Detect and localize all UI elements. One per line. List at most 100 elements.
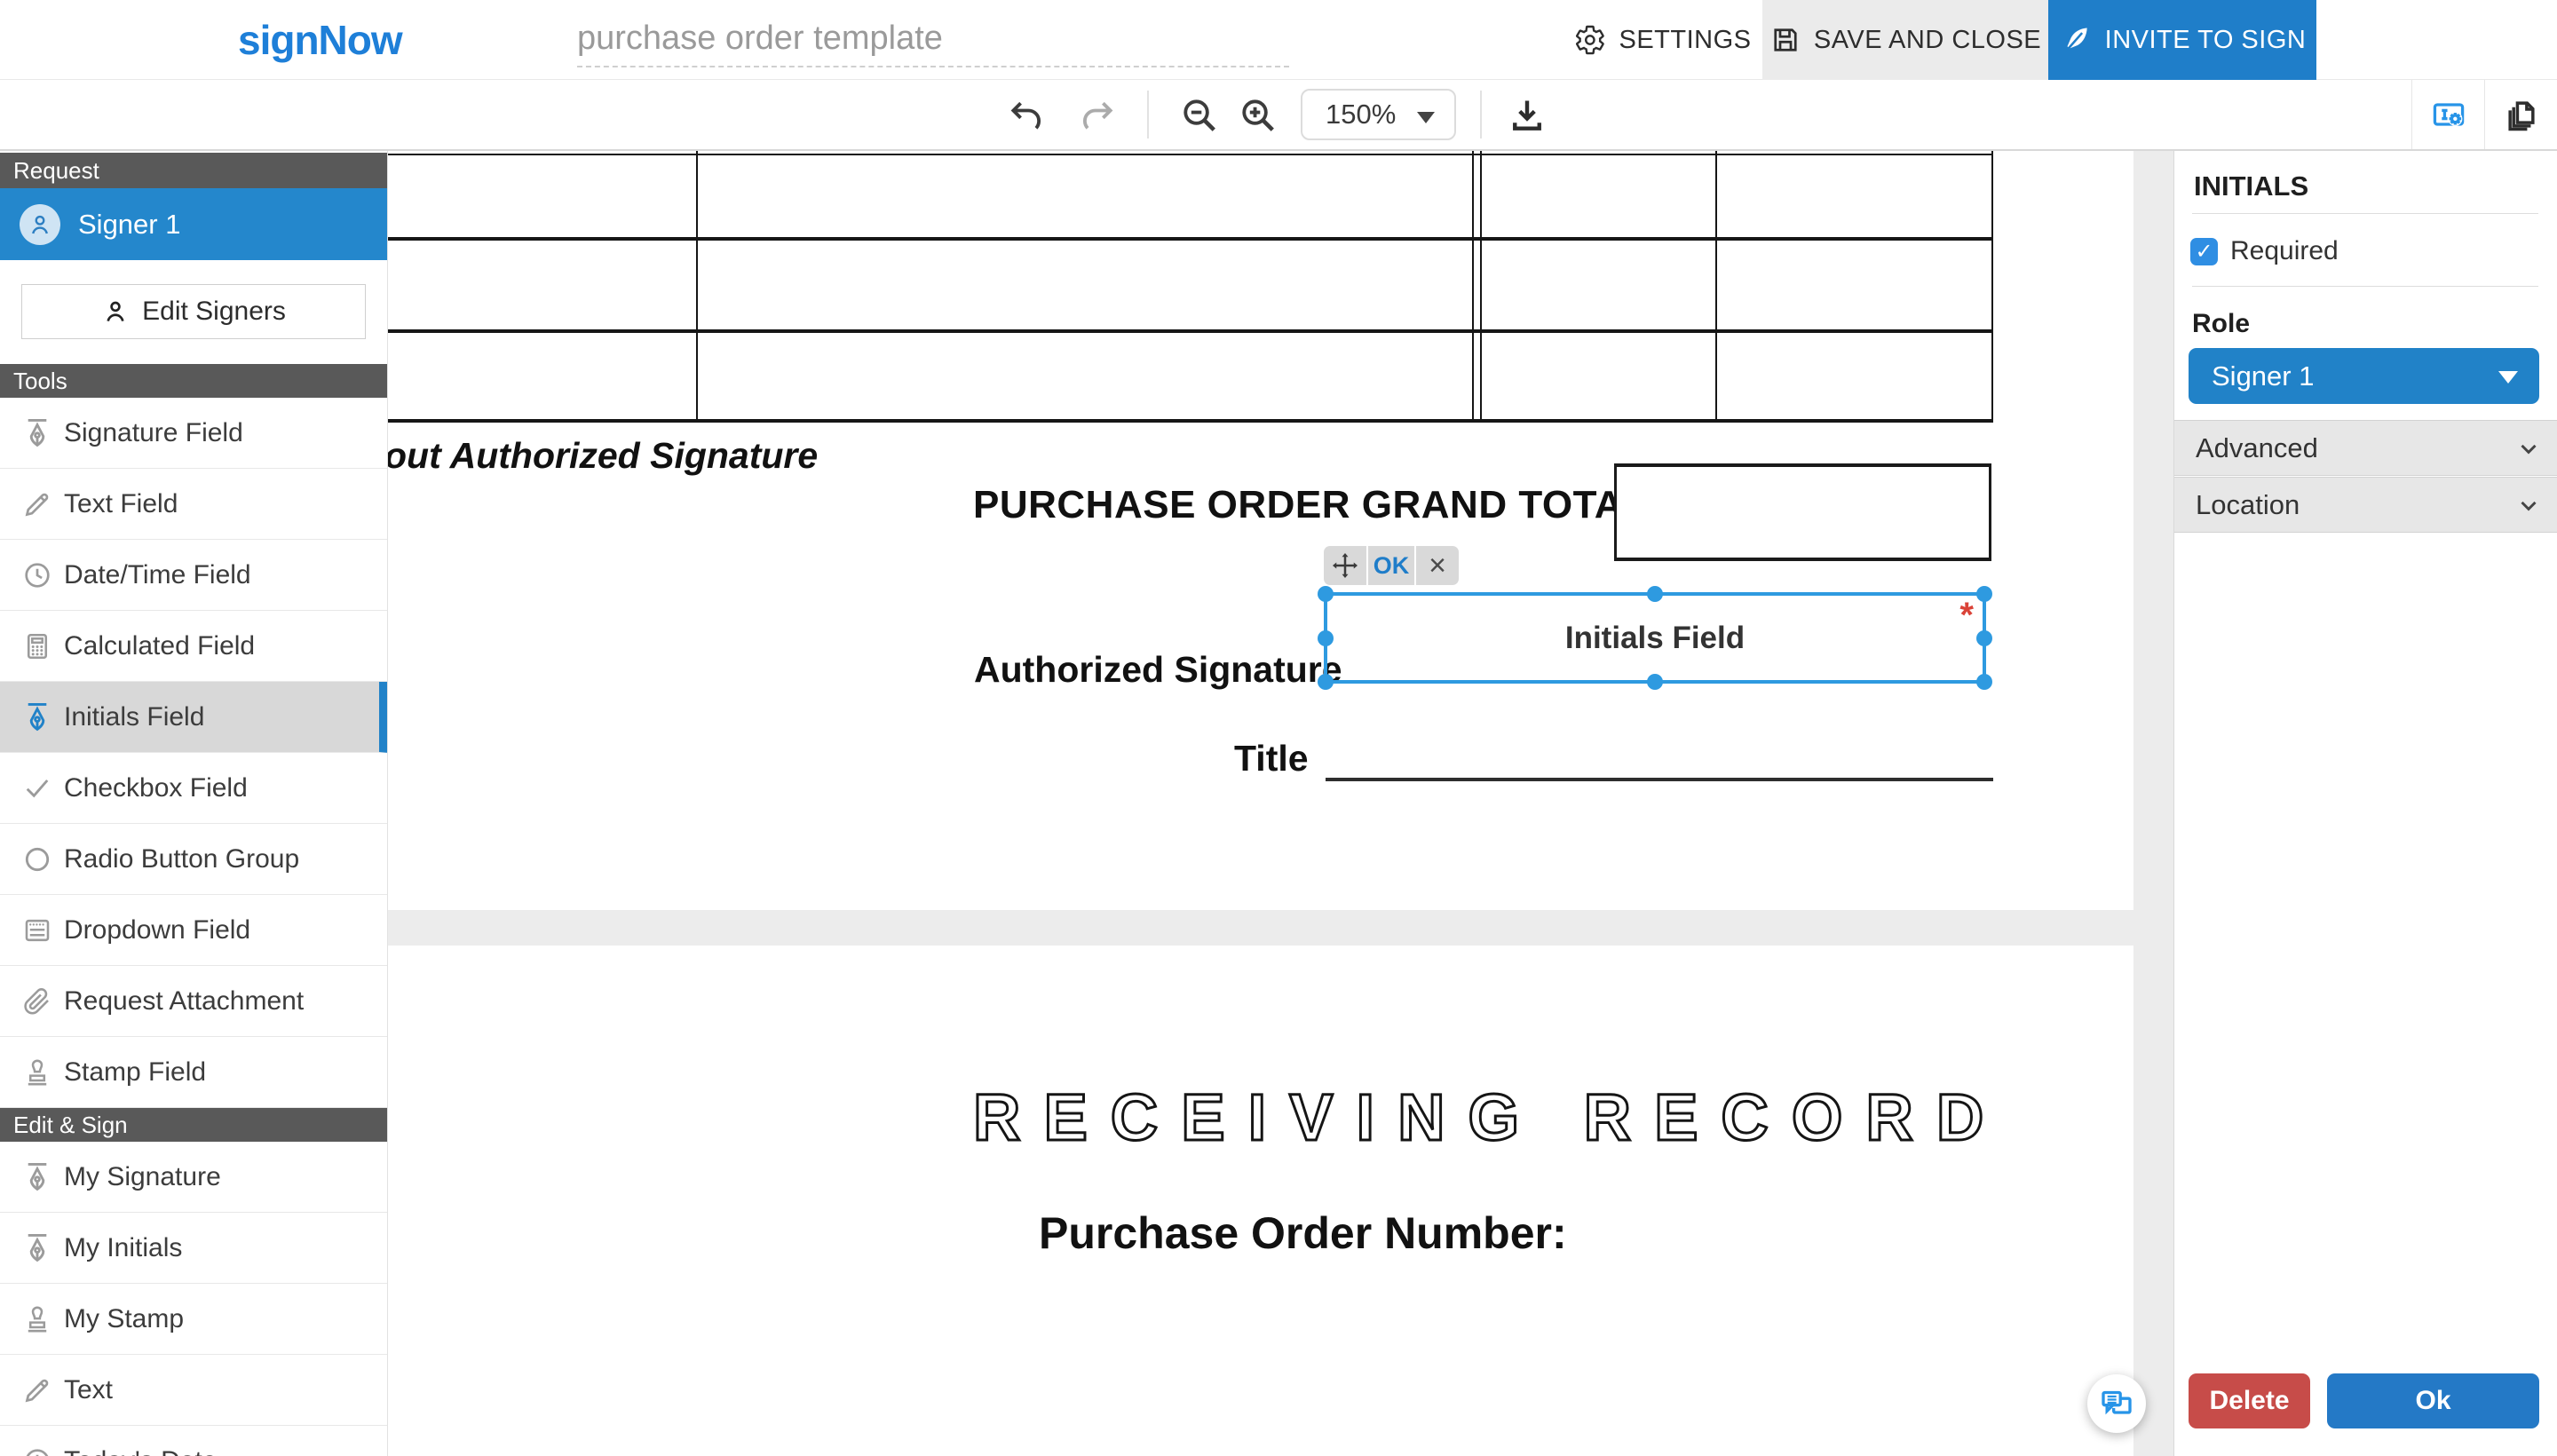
po-number-label: Purchase Order Number: (1039, 1207, 1567, 1259)
signnow-logo: signNow (238, 0, 402, 80)
zoom-in-icon[interactable] (1237, 94, 1279, 137)
avatar-person-icon (20, 204, 60, 245)
tool-label: Request Attachment (64, 986, 304, 1017)
location-label: Location (2196, 489, 2300, 521)
delete-button[interactable]: Delete (2189, 1373, 2310, 1428)
tool-text[interactable]: Text (0, 1355, 388, 1426)
edit-signers-label: Edit Signers (142, 297, 286, 327)
circle-icon (20, 842, 55, 877)
tool-label: Signature Field (64, 418, 243, 448)
clipped-authorized-signature-text: out Authorized Signature (388, 435, 818, 477)
tool-radio-button-group[interactable]: Radio Button Group (0, 824, 388, 895)
tool-text-field[interactable]: Text Field (0, 469, 388, 540)
resize-handle[interactable] (1318, 630, 1334, 646)
fields-sidebar: Request Signer 1 Edit Signers Tools Sign… (0, 151, 388, 1456)
edit-signers-button[interactable]: Edit Signers (21, 284, 366, 339)
tool-checkbox-field[interactable]: Checkbox Field (0, 753, 388, 824)
tool-stamp-field[interactable]: Stamp Field (0, 1037, 388, 1108)
save-and-close-button[interactable]: SAVE AND CLOSE (1762, 0, 2048, 80)
undo-icon[interactable] (1005, 94, 1048, 137)
tool-dropdown-field[interactable]: Dropdown Field (0, 895, 388, 966)
advanced-accordion[interactable]: Advanced (2174, 420, 2557, 476)
grand-total-label: PURCHASE ORDER GRAND TOTAL (973, 483, 1647, 527)
paperclip-icon (20, 984, 55, 1019)
document-title-input[interactable]: purchase order template (577, 11, 1289, 67)
required-asterisk: * (1959, 596, 1974, 636)
document-page-2 (388, 946, 2133, 1456)
stamp-icon (20, 1302, 55, 1337)
document-canvas[interactable]: out Authorized Signature PURCHASE ORDER … (388, 151, 2173, 1456)
pages-button[interactable] (2484, 80, 2557, 149)
tool-label: Radio Button Group (64, 844, 299, 874)
settings-button[interactable]: SETTINGS (1571, 0, 1754, 80)
resize-handle[interactable] (1976, 586, 1992, 602)
divider (2192, 213, 2538, 214)
zoom-level-value: 150% (1326, 99, 1396, 131)
clock-icon (20, 558, 55, 593)
redo-icon[interactable] (1076, 94, 1119, 137)
field-mini-toolbar: OK × (1324, 546, 1459, 585)
resize-handle[interactable] (1976, 630, 1992, 646)
tool-calculated-field[interactable]: Calculated Field (0, 611, 388, 682)
field-close-button[interactable]: × (1416, 546, 1459, 585)
tool-label: Stamp Field (64, 1057, 206, 1088)
tool-datetime-field[interactable]: Date/Time Field (0, 540, 388, 611)
copy-pages-icon (2502, 95, 2541, 134)
tool-label: My Signature (64, 1162, 221, 1192)
required-checkbox[interactable]: ✓ (2190, 238, 2218, 265)
gear-icon (1574, 24, 1606, 56)
field-settings-icon (2429, 95, 2468, 134)
field-properties-panel: INITIALS ✓ Required Role Signer 1 Advanc… (2173, 151, 2557, 1456)
ok-button[interactable]: Ok (2327, 1373, 2539, 1428)
tool-request-attachment[interactable]: Request Attachment (0, 966, 388, 1037)
chevron-down-icon (2515, 492, 2542, 518)
panel-title: INITIALS (2194, 170, 2308, 202)
tool-label: Checkbox Field (64, 773, 248, 803)
signer-1-item[interactable]: Signer 1 (0, 188, 388, 260)
role-label: Role (2192, 309, 2250, 339)
tool-my-initials[interactable]: My Initials (0, 1213, 388, 1284)
resize-handle[interactable] (1318, 586, 1334, 602)
pen-nib-icon (20, 1230, 55, 1266)
top-bar: signNow purchase order template SETTINGS… (0, 0, 2557, 80)
initials-field-widget[interactable]: Initials Field * (1324, 592, 1986, 684)
divider (2192, 286, 2538, 287)
tool-signature-field[interactable]: Signature Field (0, 398, 388, 469)
role-select[interactable]: Signer 1 (2189, 348, 2539, 404)
chat-button[interactable] (2087, 1374, 2146, 1433)
tool-label: Text (64, 1375, 113, 1405)
invite-to-sign-button[interactable]: INVITE TO SIGN (2048, 0, 2316, 80)
move-icon[interactable] (1324, 546, 1366, 585)
required-label: Required (2230, 236, 2339, 266)
tool-label: Initials Field (64, 702, 204, 732)
tool-my-stamp[interactable]: My Stamp (0, 1284, 388, 1355)
resize-handle[interactable] (1647, 586, 1663, 602)
resize-handle[interactable] (1647, 674, 1663, 690)
tool-label: Calculated Field (64, 631, 255, 661)
location-accordion[interactable]: Location (2174, 477, 2557, 533)
zoom-level-select[interactable]: 150% (1301, 89, 1456, 140)
field-ok-button[interactable]: OK (1368, 546, 1414, 585)
floppy-save-icon (1769, 24, 1801, 56)
editor-toolbar: 150% (0, 80, 2557, 151)
resize-handle[interactable] (1318, 674, 1334, 690)
caret-down-icon (2498, 371, 2518, 384)
pen-nib-icon (20, 1159, 55, 1195)
authorized-signature-label: Authorized Signature (974, 649, 1342, 691)
calculator-icon (20, 629, 55, 664)
tool-initials-field[interactable]: Initials Field (0, 682, 388, 753)
resize-handle[interactable] (1976, 674, 1992, 690)
edit-sign-section-header: Edit & Sign (0, 1108, 388, 1142)
pen-nib-icon (20, 700, 55, 735)
tool-todays-date[interactable]: Today's Date (0, 1426, 388, 1456)
tool-label: My Stamp (64, 1304, 184, 1334)
zoom-out-icon[interactable] (1178, 94, 1221, 137)
tool-label: Text Field (64, 489, 178, 519)
tool-label: Dropdown Field (64, 915, 250, 946)
receiving-record-heading: RECEIVING RECORD (973, 1080, 2007, 1155)
tool-my-signature[interactable]: My Signature (0, 1142, 388, 1213)
field-settings-button[interactable] (2411, 80, 2484, 149)
checkmark-icon (20, 771, 55, 806)
download-icon[interactable] (1506, 94, 1548, 137)
grand-total-box (1614, 463, 1991, 561)
